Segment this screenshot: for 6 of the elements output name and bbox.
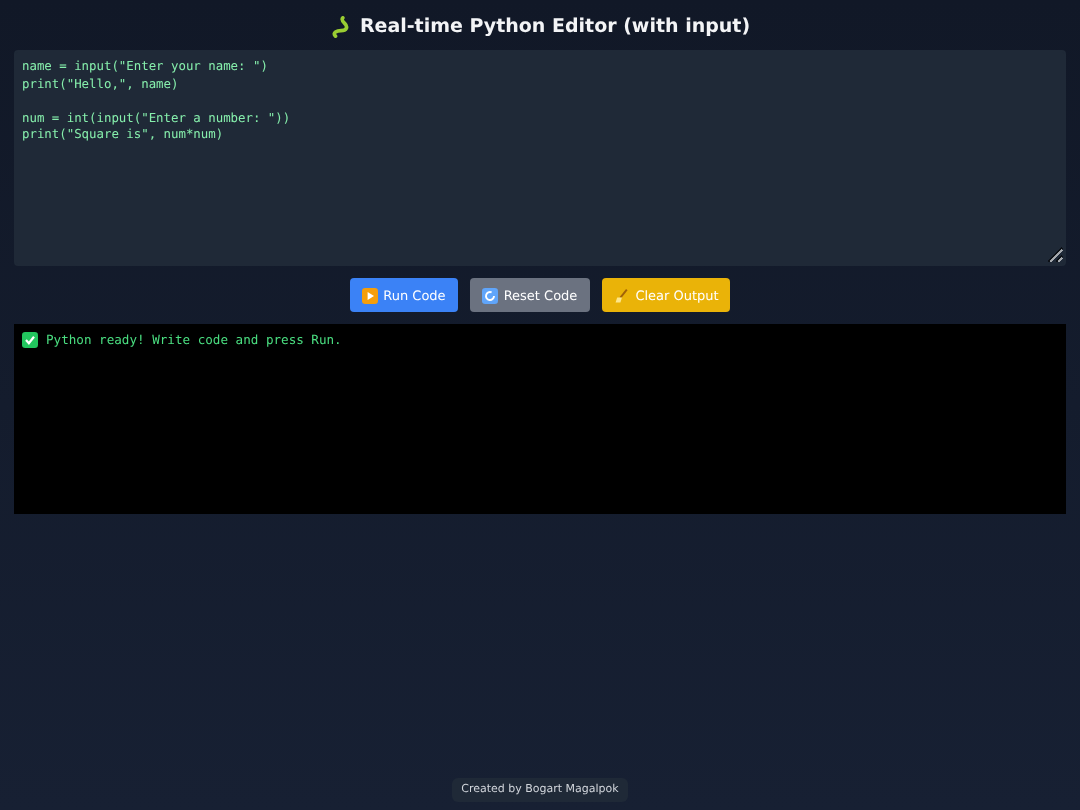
check-icon	[22, 332, 38, 348]
refresh-icon	[481, 287, 498, 303]
snake-icon	[329, 15, 352, 37]
page-title: Real-time Python Editor (with input)	[359, 15, 751, 37]
play-icon	[361, 287, 378, 303]
broom-icon	[613, 287, 630, 303]
